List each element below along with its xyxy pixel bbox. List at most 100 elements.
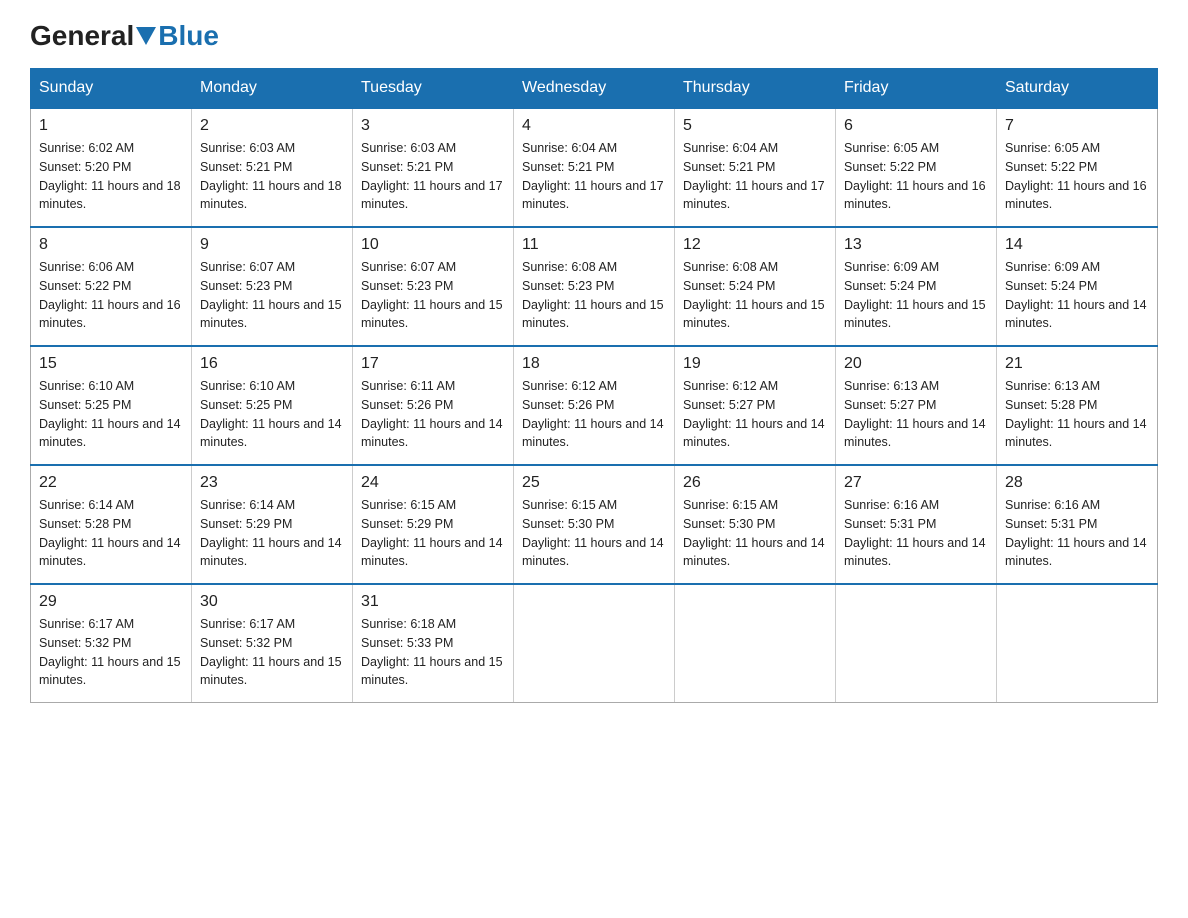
header: General Blue — [30, 20, 1158, 52]
day-cell: 21 Sunrise: 6:13 AM Sunset: 5:28 PM Dayl… — [997, 346, 1158, 465]
day-cell: 23 Sunrise: 6:14 AM Sunset: 5:29 PM Dayl… — [192, 465, 353, 584]
day-number: 2 — [200, 117, 344, 135]
day-info: Sunrise: 6:08 AM Sunset: 5:23 PM Dayligh… — [522, 258, 666, 333]
day-number: 18 — [522, 355, 666, 373]
day-number: 5 — [683, 117, 827, 135]
day-cell: 14 Sunrise: 6:09 AM Sunset: 5:24 PM Dayl… — [997, 227, 1158, 346]
day-info: Sunrise: 6:04 AM Sunset: 5:21 PM Dayligh… — [522, 139, 666, 214]
logo-triangle-icon — [136, 27, 156, 45]
day-info: Sunrise: 6:03 AM Sunset: 5:21 PM Dayligh… — [200, 139, 344, 214]
day-info: Sunrise: 6:09 AM Sunset: 5:24 PM Dayligh… — [1005, 258, 1149, 333]
day-number: 17 — [361, 355, 505, 373]
week-row-1: 1 Sunrise: 6:02 AM Sunset: 5:20 PM Dayli… — [31, 108, 1158, 227]
day-number: 23 — [200, 474, 344, 492]
day-info: Sunrise: 6:17 AM Sunset: 5:32 PM Dayligh… — [200, 615, 344, 690]
day-cell — [675, 584, 836, 703]
day-info: Sunrise: 6:14 AM Sunset: 5:29 PM Dayligh… — [200, 496, 344, 571]
day-cell: 3 Sunrise: 6:03 AM Sunset: 5:21 PM Dayli… — [353, 108, 514, 227]
weekday-header-sunday: Sunday — [31, 69, 192, 109]
logo-general-text: General — [30, 20, 134, 52]
day-cell: 16 Sunrise: 6:10 AM Sunset: 5:25 PM Dayl… — [192, 346, 353, 465]
day-number: 1 — [39, 117, 183, 135]
day-cell: 17 Sunrise: 6:11 AM Sunset: 5:26 PM Dayl… — [353, 346, 514, 465]
day-info: Sunrise: 6:07 AM Sunset: 5:23 PM Dayligh… — [361, 258, 505, 333]
day-cell: 13 Sunrise: 6:09 AM Sunset: 5:24 PM Dayl… — [836, 227, 997, 346]
day-info: Sunrise: 6:13 AM Sunset: 5:27 PM Dayligh… — [844, 377, 988, 452]
day-number: 15 — [39, 355, 183, 373]
calendar-table: SundayMondayTuesdayWednesdayThursdayFrid… — [30, 68, 1158, 703]
day-cell: 29 Sunrise: 6:17 AM Sunset: 5:32 PM Dayl… — [31, 584, 192, 703]
day-number: 12 — [683, 236, 827, 254]
day-number: 7 — [1005, 117, 1149, 135]
day-cell: 22 Sunrise: 6:14 AM Sunset: 5:28 PM Dayl… — [31, 465, 192, 584]
day-cell — [514, 584, 675, 703]
week-row-2: 8 Sunrise: 6:06 AM Sunset: 5:22 PM Dayli… — [31, 227, 1158, 346]
day-number: 29 — [39, 593, 183, 611]
day-info: Sunrise: 6:07 AM Sunset: 5:23 PM Dayligh… — [200, 258, 344, 333]
logo: General Blue — [30, 20, 219, 52]
day-number: 4 — [522, 117, 666, 135]
logo-blue-text: Blue — [158, 20, 219, 52]
day-cell: 6 Sunrise: 6:05 AM Sunset: 5:22 PM Dayli… — [836, 108, 997, 227]
day-cell: 7 Sunrise: 6:05 AM Sunset: 5:22 PM Dayli… — [997, 108, 1158, 227]
day-cell: 4 Sunrise: 6:04 AM Sunset: 5:21 PM Dayli… — [514, 108, 675, 227]
day-number: 27 — [844, 474, 988, 492]
week-row-5: 29 Sunrise: 6:17 AM Sunset: 5:32 PM Dayl… — [31, 584, 1158, 703]
day-info: Sunrise: 6:06 AM Sunset: 5:22 PM Dayligh… — [39, 258, 183, 333]
week-row-3: 15 Sunrise: 6:10 AM Sunset: 5:25 PM Dayl… — [31, 346, 1158, 465]
day-info: Sunrise: 6:12 AM Sunset: 5:26 PM Dayligh… — [522, 377, 666, 452]
day-cell — [997, 584, 1158, 703]
day-info: Sunrise: 6:05 AM Sunset: 5:22 PM Dayligh… — [844, 139, 988, 214]
day-info: Sunrise: 6:16 AM Sunset: 5:31 PM Dayligh… — [1005, 496, 1149, 571]
day-info: Sunrise: 6:03 AM Sunset: 5:21 PM Dayligh… — [361, 139, 505, 214]
day-number: 20 — [844, 355, 988, 373]
day-cell: 19 Sunrise: 6:12 AM Sunset: 5:27 PM Dayl… — [675, 346, 836, 465]
day-cell: 18 Sunrise: 6:12 AM Sunset: 5:26 PM Dayl… — [514, 346, 675, 465]
weekday-header-saturday: Saturday — [997, 69, 1158, 109]
day-info: Sunrise: 6:05 AM Sunset: 5:22 PM Dayligh… — [1005, 139, 1149, 214]
day-number: 11 — [522, 236, 666, 254]
day-cell: 26 Sunrise: 6:15 AM Sunset: 5:30 PM Dayl… — [675, 465, 836, 584]
day-info: Sunrise: 6:13 AM Sunset: 5:28 PM Dayligh… — [1005, 377, 1149, 452]
day-number: 26 — [683, 474, 827, 492]
day-info: Sunrise: 6:08 AM Sunset: 5:24 PM Dayligh… — [683, 258, 827, 333]
day-cell: 10 Sunrise: 6:07 AM Sunset: 5:23 PM Dayl… — [353, 227, 514, 346]
weekday-header-row: SundayMondayTuesdayWednesdayThursdayFrid… — [31, 69, 1158, 109]
day-number: 25 — [522, 474, 666, 492]
day-info: Sunrise: 6:10 AM Sunset: 5:25 PM Dayligh… — [39, 377, 183, 452]
day-info: Sunrise: 6:18 AM Sunset: 5:33 PM Dayligh… — [361, 615, 505, 690]
day-info: Sunrise: 6:14 AM Sunset: 5:28 PM Dayligh… — [39, 496, 183, 571]
day-info: Sunrise: 6:12 AM Sunset: 5:27 PM Dayligh… — [683, 377, 827, 452]
day-cell: 1 Sunrise: 6:02 AM Sunset: 5:20 PM Dayli… — [31, 108, 192, 227]
day-number: 9 — [200, 236, 344, 254]
day-number: 19 — [683, 355, 827, 373]
day-number: 30 — [200, 593, 344, 611]
day-number: 3 — [361, 117, 505, 135]
day-cell: 5 Sunrise: 6:04 AM Sunset: 5:21 PM Dayli… — [675, 108, 836, 227]
day-number: 16 — [200, 355, 344, 373]
day-cell: 9 Sunrise: 6:07 AM Sunset: 5:23 PM Dayli… — [192, 227, 353, 346]
day-info: Sunrise: 6:15 AM Sunset: 5:30 PM Dayligh… — [522, 496, 666, 571]
day-info: Sunrise: 6:15 AM Sunset: 5:29 PM Dayligh… — [361, 496, 505, 571]
day-number: 21 — [1005, 355, 1149, 373]
day-info: Sunrise: 6:04 AM Sunset: 5:21 PM Dayligh… — [683, 139, 827, 214]
day-cell: 27 Sunrise: 6:16 AM Sunset: 5:31 PM Dayl… — [836, 465, 997, 584]
day-cell: 12 Sunrise: 6:08 AM Sunset: 5:24 PM Dayl… — [675, 227, 836, 346]
day-cell: 2 Sunrise: 6:03 AM Sunset: 5:21 PM Dayli… — [192, 108, 353, 227]
day-cell: 30 Sunrise: 6:17 AM Sunset: 5:32 PM Dayl… — [192, 584, 353, 703]
day-number: 10 — [361, 236, 505, 254]
day-cell: 8 Sunrise: 6:06 AM Sunset: 5:22 PM Dayli… — [31, 227, 192, 346]
week-row-4: 22 Sunrise: 6:14 AM Sunset: 5:28 PM Dayl… — [31, 465, 1158, 584]
day-cell: 11 Sunrise: 6:08 AM Sunset: 5:23 PM Dayl… — [514, 227, 675, 346]
day-info: Sunrise: 6:16 AM Sunset: 5:31 PM Dayligh… — [844, 496, 988, 571]
day-info: Sunrise: 6:09 AM Sunset: 5:24 PM Dayligh… — [844, 258, 988, 333]
day-info: Sunrise: 6:15 AM Sunset: 5:30 PM Dayligh… — [683, 496, 827, 571]
day-cell: 15 Sunrise: 6:10 AM Sunset: 5:25 PM Dayl… — [31, 346, 192, 465]
day-info: Sunrise: 6:10 AM Sunset: 5:25 PM Dayligh… — [200, 377, 344, 452]
day-number: 14 — [1005, 236, 1149, 254]
day-number: 6 — [844, 117, 988, 135]
day-info: Sunrise: 6:02 AM Sunset: 5:20 PM Dayligh… — [39, 139, 183, 214]
day-cell: 28 Sunrise: 6:16 AM Sunset: 5:31 PM Dayl… — [997, 465, 1158, 584]
day-number: 22 — [39, 474, 183, 492]
weekday-header-friday: Friday — [836, 69, 997, 109]
